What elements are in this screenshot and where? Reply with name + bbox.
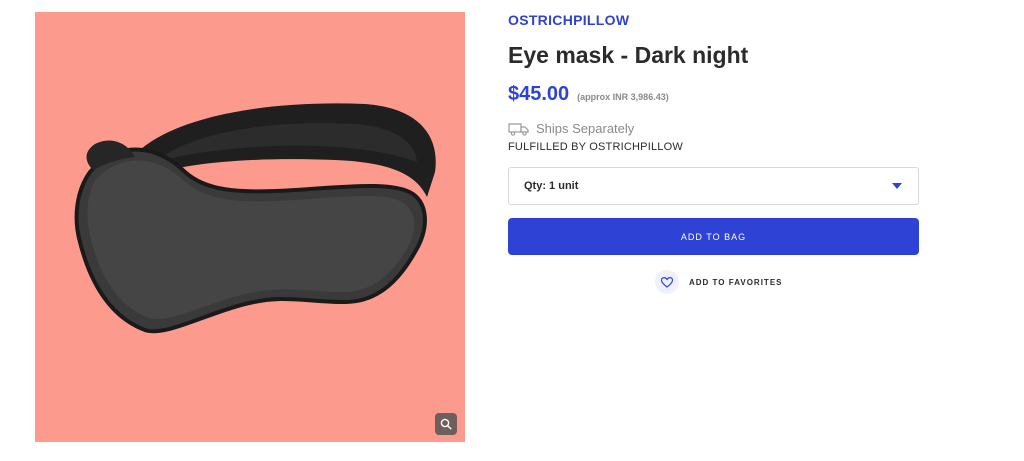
product-image-panel[interactable] xyxy=(35,12,465,442)
quantity-value: Qty: 1 unit xyxy=(524,180,579,192)
approx-price: (approx INR 3,986.43) xyxy=(577,92,669,102)
fulfilled-by: FULFILLED BY OSTRICHPILLOW xyxy=(508,141,683,153)
add-to-favorites-label: ADD TO FAVORITES xyxy=(689,277,783,287)
product-title: Eye mask - Dark night xyxy=(508,42,749,68)
quantity-select[interactable]: Qty: 1 unit xyxy=(508,167,919,205)
zoom-button[interactable] xyxy=(435,413,457,435)
caret-down-icon xyxy=(892,183,902,189)
truck-icon xyxy=(508,122,529,136)
heart-icon xyxy=(661,276,673,288)
add-to-favorites-button[interactable]: ADD TO FAVORITES xyxy=(655,270,783,294)
shipping-text: Ships Separately xyxy=(536,121,635,136)
shipping-row: Ships Separately xyxy=(508,121,634,136)
product-image xyxy=(74,103,436,334)
price-row: $45.00 (approx INR 3,986.43) xyxy=(508,83,669,106)
add-to-bag-button[interactable]: ADD TO BAG xyxy=(508,218,919,255)
brand-name[interactable]: OSTRICHPILLOW xyxy=(508,12,629,28)
search-icon xyxy=(440,418,452,430)
price: $45.00 xyxy=(508,83,570,105)
favorite-icon-circle xyxy=(655,270,679,294)
